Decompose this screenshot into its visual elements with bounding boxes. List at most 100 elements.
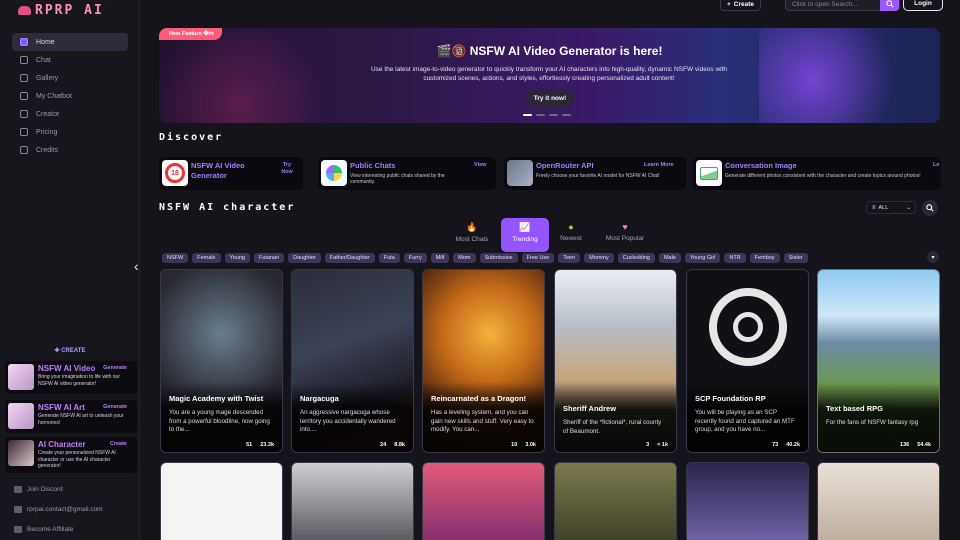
character-desc: Has a leveling system, and you can gain … bbox=[431, 409, 534, 434]
character-card[interactable] bbox=[291, 462, 414, 540]
sidebar-item-label: Gallery bbox=[36, 74, 59, 82]
character-stats: 10 3.0k bbox=[511, 442, 536, 448]
footer-label: rprpai.contact@gmail.com bbox=[27, 506, 103, 513]
discover-item-video[interactable]: 18 NSFW AI Video Generator Try Now bbox=[159, 157, 303, 190]
create-card-action[interactable]: Generate bbox=[103, 404, 127, 410]
character-card[interactable]: Text based RPG For the fans of NSFW fant… bbox=[817, 269, 940, 453]
tag-chip[interactable]: Submissive bbox=[479, 253, 518, 263]
tag-chip[interactable]: Teen bbox=[558, 253, 581, 263]
sidebar: RPRP AI Home Chat Gallery My Chatbot Cre… bbox=[0, 0, 140, 540]
login-button[interactable]: Login bbox=[903, 0, 943, 11]
create-card-art[interactable]: NSFW AI Art Generate Generate NSFW AI ar… bbox=[5, 400, 137, 433]
carousel-dot[interactable] bbox=[549, 114, 558, 116]
logo[interactable]: RPRP AI bbox=[18, 3, 104, 18]
tab-newest[interactable]: ● Newest bbox=[547, 218, 595, 252]
character-card[interactable]: Magic Academy with Twist You are a young… bbox=[160, 269, 283, 453]
sidebar-item-credits[interactable]: Credits bbox=[12, 141, 128, 159]
join-discord-link[interactable]: Join Discord bbox=[14, 486, 63, 493]
character-title: Text based RPG bbox=[826, 404, 883, 413]
tab-most-popular[interactable]: ♥ Most Popular bbox=[600, 218, 650, 252]
chat-count: 136 bbox=[900, 442, 910, 448]
try-it-now-button[interactable]: Try it now! bbox=[525, 90, 575, 107]
tab-label: Newest bbox=[560, 235, 582, 242]
footer-label: Join Discord bbox=[27, 486, 63, 493]
create-card-action[interactable]: Create bbox=[110, 441, 127, 447]
tag-chip[interactable]: Milf bbox=[430, 253, 450, 263]
adult-only-icon: 18 bbox=[162, 160, 188, 186]
character-card[interactable] bbox=[554, 462, 677, 540]
discover-item-action[interactable]: Learn More bbox=[644, 162, 674, 169]
tag-chip[interactable]: Cuckolding bbox=[617, 253, 655, 263]
tag-chip[interactable]: Young Girl bbox=[684, 253, 721, 263]
sidebar-item-pricing[interactable]: Pricing bbox=[12, 123, 128, 141]
tag-chip[interactable]: NTR bbox=[724, 253, 746, 263]
tag-chip[interactable]: Male bbox=[658, 253, 681, 263]
character-search-button[interactable] bbox=[922, 200, 938, 216]
chat-icon bbox=[20, 56, 28, 64]
carousel-dot[interactable] bbox=[523, 114, 532, 116]
become-affiliate-link[interactable]: Become Affiliate bbox=[14, 526, 74, 533]
sidebar-item-chat[interactable]: Chat bbox=[12, 51, 128, 69]
character-stats: 73 40.2k bbox=[772, 442, 800, 448]
create-card-action[interactable]: Generate bbox=[103, 365, 127, 371]
image-icon bbox=[696, 160, 722, 186]
tag-chip[interactable]: Young bbox=[224, 253, 250, 263]
tag-chip[interactable]: Mom bbox=[453, 253, 476, 263]
character-card[interactable]: Reincarnated as a Dragon! Has a leveling… bbox=[422, 269, 545, 453]
tag-chip[interactable]: Futanari bbox=[253, 253, 285, 263]
carousel-dot[interactable] bbox=[562, 114, 571, 116]
discover-item-title: NSFW AI Video Generator bbox=[191, 161, 245, 180]
contact-email-link[interactable]: rprpai.contact@gmail.com bbox=[14, 506, 103, 513]
tag-chip[interactable]: Furry bbox=[403, 253, 427, 263]
character-card[interactable] bbox=[686, 462, 809, 540]
character-stats: 136 54.4k bbox=[900, 442, 931, 448]
character-title: Nargacuga bbox=[300, 394, 339, 403]
public-chats-icon bbox=[321, 160, 347, 186]
tag-chip[interactable]: NSFW bbox=[162, 253, 189, 263]
discover-item-action[interactable]: Le bbox=[933, 162, 939, 169]
search-button[interactable] bbox=[880, 0, 899, 11]
chat-count: 10 bbox=[511, 442, 518, 448]
footer-label: Become Affiliate bbox=[27, 526, 74, 533]
tag-chip[interactable]: Futa bbox=[378, 253, 400, 263]
category-filter-select[interactable]: ≡ ALL ⌄ bbox=[866, 201, 916, 214]
character-title: SCP Foundation RP bbox=[695, 394, 766, 403]
tag-chip[interactable]: Sister bbox=[783, 253, 808, 263]
character-card[interactable] bbox=[422, 462, 545, 540]
tag-chip[interactable]: Female bbox=[192, 253, 221, 263]
sidebar-item-my-chatbot[interactable]: My Chatbot bbox=[12, 87, 128, 105]
character-card[interactable]: SCP Foundation RP You will be playing as… bbox=[686, 269, 809, 453]
discover-item-openrouter[interactable]: OpenRouter API Learn More Freely choose … bbox=[504, 157, 686, 190]
create-card-video[interactable]: NSFW AI Video Generate Bring your imagin… bbox=[5, 361, 137, 394]
sidebar-item-home[interactable]: Home bbox=[12, 33, 128, 51]
feature-banner[interactable]: New Feature �in 🎬🔞 NSFW AI Video Generat… bbox=[159, 28, 940, 123]
discover-item-action[interactable]: View bbox=[474, 162, 486, 169]
tag-chip[interactable]: Daughter bbox=[288, 253, 321, 263]
character-desc: For the fans of NSFW fantasy rpg bbox=[826, 419, 919, 426]
tab-trending[interactable]: 📈 Trending bbox=[501, 218, 549, 252]
character-card[interactable] bbox=[817, 462, 940, 540]
carousel-dot[interactable] bbox=[536, 114, 545, 116]
discover-item-action[interactable]: Try Now bbox=[277, 162, 297, 176]
discover-item-conversation-image[interactable]: Conversation Image Le Generate different… bbox=[693, 157, 941, 190]
sidebar-item-creator[interactable]: Creator bbox=[12, 105, 128, 123]
tag-chip[interactable]: Femboy bbox=[749, 253, 780, 263]
create-button[interactable]: + Create bbox=[720, 0, 762, 11]
character-desc: Sheriff of the *fictional*, rural county… bbox=[563, 419, 662, 435]
character-card[interactable]: Nargacuga An aggressive nargacuga whose … bbox=[291, 269, 414, 453]
more-tags-chevron-icon[interactable]: ▾ bbox=[927, 251, 939, 263]
character-card[interactable] bbox=[160, 462, 283, 540]
character-card[interactable]: Sheriff Andrew Sheriff of the *fictional… bbox=[554, 269, 677, 453]
discover-item-public-chats[interactable]: Public Chats View View interesting publi… bbox=[318, 157, 496, 190]
tab-most-chats[interactable]: 🔥 Most Chats bbox=[448, 218, 496, 252]
sidebar-item-gallery[interactable]: Gallery bbox=[12, 69, 128, 87]
create-card-desc: Generate NSFW AI art to unleash your hor… bbox=[38, 413, 124, 426]
tag-chip[interactable]: Father/Daughter bbox=[324, 253, 375, 263]
create-card-desc: Bring your imagination to life with our … bbox=[38, 374, 120, 387]
create-card-character[interactable]: AI Character Create Create your personal… bbox=[5, 437, 137, 473]
creator-icon bbox=[20, 110, 28, 118]
collapse-sidebar-icon[interactable]: ‹ bbox=[134, 258, 139, 274]
tag-chip[interactable]: Mommy bbox=[584, 253, 614, 263]
banner-title: 🎬🔞 NSFW AI Video Generator is here! bbox=[436, 44, 663, 58]
tag-chip[interactable]: Free Use bbox=[521, 253, 555, 263]
